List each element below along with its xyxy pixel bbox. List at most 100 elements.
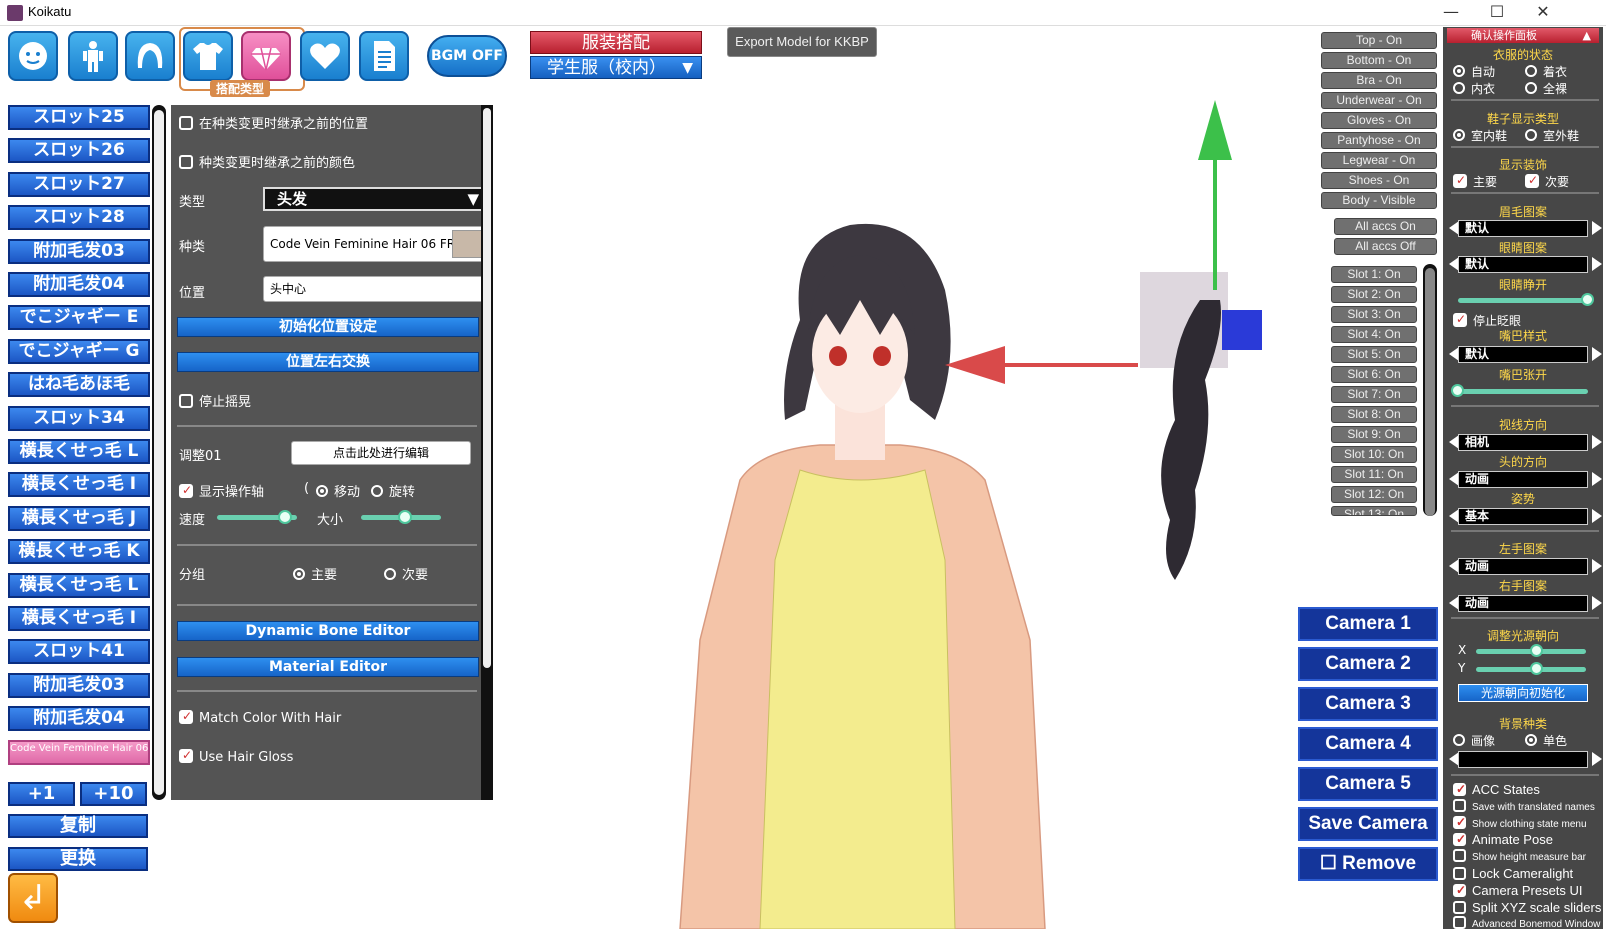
inherit-color-row[interactable]: 种类变更时继承之前的颜色 <box>179 152 355 171</box>
control-panel-header[interactable]: 确认操作面板 ▲ <box>1447 28 1599 43</box>
slot-item[interactable]: 附加毛发03 <box>8 672 150 698</box>
eye-next-icon[interactable] <box>1592 257 1602 271</box>
bg-image-radio[interactable] <box>1453 734 1465 746</box>
move-radio[interactable] <box>316 485 328 497</box>
material-editor-button[interactable]: Material Editor <box>177 657 479 677</box>
close-button[interactable]: ✕ <box>1520 0 1566 26</box>
export-kkbp-button[interactable]: Export Model for KKBP <box>727 27 877 57</box>
body-category-button[interactable] <box>68 31 118 81</box>
match-color-row[interactable]: Match Color With Hair <box>179 709 341 726</box>
slot-item[interactable]: 附加毛发03 <box>8 238 150 264</box>
pose-select[interactable]: 基本 <box>1458 508 1588 525</box>
clothing-toggle[interactable]: Bra - On <box>1321 72 1437 89</box>
clothing-toggle[interactable]: Body - Visible <box>1321 192 1437 209</box>
slot-visibility-toggle[interactable]: Slot 8: On <box>1331 406 1417 423</box>
remove-camera-button[interactable]: ☐ Remove <box>1298 847 1438 881</box>
slot-item[interactable]: でこジャギー G <box>8 338 150 364</box>
slot-visibility-toggle[interactable]: Slot 9: On <box>1331 426 1417 443</box>
group-main-row[interactable]: 主要 <box>293 564 337 583</box>
slot-visibility-toggle[interactable]: Slot 4: On <box>1331 326 1417 343</box>
position-field[interactable]: 头中心 <box>263 276 487 302</box>
use-gloss-row[interactable]: Use Hair Gloss <box>179 748 293 765</box>
slot-visibility-toggle[interactable]: Slot 2: On <box>1331 286 1417 303</box>
clothing-toggle[interactable]: Pantyhose - On <box>1321 132 1437 149</box>
size-slider-knob[interactable] <box>398 510 412 524</box>
mouth-select[interactable]: 默认 <box>1458 346 1588 363</box>
plugin-option-checkbox[interactable] <box>1453 900 1466 914</box>
dynamic-bone-editor-button[interactable]: Dynamic Bone Editor <box>177 621 479 641</box>
show-gizmo-row[interactable]: 显示操作轴 <box>179 481 264 500</box>
plugin-option-row[interactable]: Advanced Bonemod Window <box>1453 916 1600 929</box>
inherit-position-checkbox[interactable] <box>179 116 193 130</box>
inherit-color-checkbox[interactable] <box>179 155 193 169</box>
coordinate-select[interactable]: 学生服（校内） ▼ <box>530 56 702 79</box>
type-dropdown[interactable]: 头发 ▼ <box>263 187 487 211</box>
copy-button[interactable]: 复制 <box>8 814 148 838</box>
slot-item[interactable]: 附加毛发04 <box>8 272 150 297</box>
bg-next-icon[interactable] <box>1592 752 1602 766</box>
slot-item[interactable]: スロット25 <box>8 105 150 130</box>
eye-open-slider[interactable] <box>1458 298 1588 303</box>
clothing-toggle[interactable]: Top - On <box>1321 32 1437 49</box>
group-sub-radio[interactable] <box>384 568 396 580</box>
edit-adjust-button[interactable]: 点击此处进行编辑 <box>291 441 471 465</box>
head-next-icon[interactable] <box>1592 472 1602 486</box>
eyebrow-select[interactable]: 默认 <box>1458 220 1588 237</box>
add-ten-slots-button[interactable]: +10 <box>80 782 147 806</box>
maximize-button[interactable]: ☐ <box>1474 0 1520 26</box>
clothes-dressed-option[interactable]: 着衣 <box>1525 63 1567 80</box>
slot-item[interactable]: スロット26 <box>8 138 150 164</box>
clothes-dressed-radio[interactable] <box>1525 65 1537 77</box>
show-gizmo-checkbox[interactable] <box>179 483 193 498</box>
left-hand-next-icon[interactable] <box>1592 559 1602 573</box>
group-main-radio[interactable] <box>293 568 305 580</box>
add-one-slot-button[interactable]: +1 <box>8 782 75 806</box>
plugin-option-row[interactable]: ACC States <box>1453 782 1540 797</box>
slot-visibility-toggle[interactable]: Slot 1: On <box>1331 266 1417 283</box>
slot-item[interactable]: でこジャギー E <box>8 305 150 331</box>
camera-1-button[interactable]: Camera 1 <box>1298 607 1438 641</box>
slot-item[interactable]: 横長くせっ毛 L <box>8 439 150 464</box>
inherit-position-row[interactable]: 在种类变更时继承之前的位置 <box>179 113 368 132</box>
slot-visibility-toggle[interactable]: Slot 5: On <box>1331 346 1417 363</box>
clothing-category-button[interactable] <box>183 31 233 81</box>
back-arrow-icon[interactable]: ↲ <box>8 873 58 923</box>
acc-main-checkbox[interactable] <box>1453 173 1467 188</box>
plugin-option-row[interactable]: Show clothing state menu <box>1453 815 1587 830</box>
plugin-option-row[interactable]: Lock Cameralight <box>1453 866 1573 881</box>
left-hand-select[interactable]: 动画 <box>1458 558 1588 575</box>
plugin-option-checkbox[interactable] <box>1453 867 1466 880</box>
slot-item[interactable]: 横長くせっ毛 J <box>8 505 150 531</box>
slot-item[interactable]: スロット34 <box>8 405 150 431</box>
plugin-option-checkbox[interactable] <box>1453 883 1466 897</box>
slot-item[interactable]: 横長くせっ毛 I <box>8 472 150 498</box>
slot-item[interactable]: はね毛あほ毛 <box>8 372 150 398</box>
accessory-all-toggle[interactable]: All accs Off <box>1334 238 1437 255</box>
acc-sub-checkbox[interactable] <box>1525 173 1539 188</box>
slot-visibility-toggle[interactable]: Slot 7: On <box>1331 386 1417 403</box>
slot-visibility-toggle[interactable]: Slot 12: On <box>1331 486 1417 503</box>
slot-item[interactable]: スロット27 <box>8 171 150 197</box>
eye-select[interactable]: 默认 <box>1458 256 1588 273</box>
light-y-slider-knob[interactable] <box>1529 662 1543 675</box>
shoes-indoor-option[interactable]: 室内鞋 <box>1453 127 1507 144</box>
mouth-open-slider[interactable] <box>1458 389 1588 394</box>
slot-item[interactable]: 横長くせっ毛 K <box>8 539 150 565</box>
accessory-all-toggle[interactable]: All accs On <box>1334 218 1437 235</box>
bg-image-option[interactable]: 画像 <box>1453 732 1495 749</box>
slot-item[interactable]: スロット28 <box>8 205 150 231</box>
plugin-option-row[interactable]: Show height measure bar <box>1453 849 1586 863</box>
slot-visibility-toggle[interactable]: Slot 3: On <box>1331 306 1417 323</box>
slot-item[interactable]: Code Vein Feminine Hair 06 FR <box>8 739 150 765</box>
plugin-option-row[interactable]: Animate Pose <box>1453 832 1553 847</box>
group-sub-row[interactable]: 次要 <box>384 564 428 583</box>
swap-button[interactable]: 更换 <box>8 847 148 871</box>
gaze-next-icon[interactable] <box>1592 435 1602 449</box>
stop-sway-row[interactable]: 停止摇晃 <box>179 391 251 410</box>
match-color-checkbox[interactable] <box>179 709 193 724</box>
eye-open-slider-knob[interactable] <box>1581 293 1594 306</box>
rotate-radio-row[interactable]: 旋转 <box>371 481 415 500</box>
slot-item[interactable]: スロット41 <box>8 639 150 665</box>
face-category-button[interactable] <box>8 31 58 81</box>
rotate-radio[interactable] <box>371 485 383 497</box>
